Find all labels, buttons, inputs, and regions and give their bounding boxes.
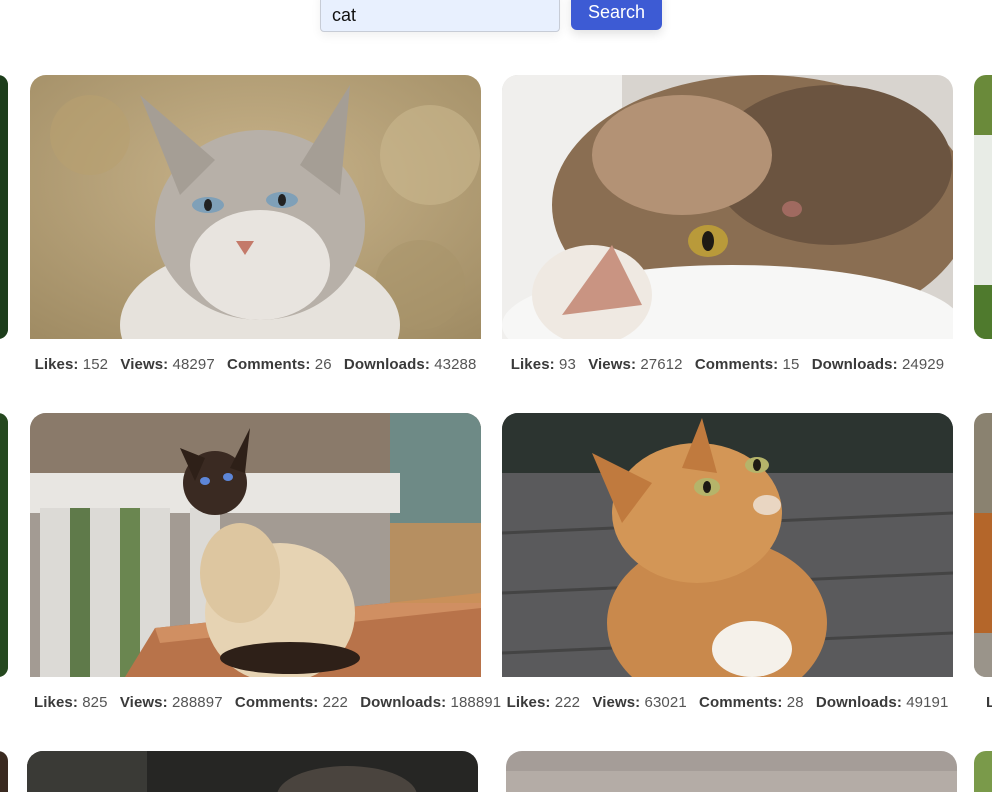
search-input[interactable]	[320, 0, 560, 32]
views-value: 27612	[640, 356, 683, 373]
likes-value: 152	[82, 356, 109, 373]
likes-value: 222	[554, 694, 581, 711]
edge-image-right-row2[interactable]	[974, 413, 992, 677]
downloads-value: 49191	[906, 694, 949, 711]
downloads-label: Downloads:	[343, 356, 430, 373]
comments-label: Comments:	[227, 356, 311, 373]
cat-photo-orange[interactable]	[502, 413, 953, 677]
downloads-value: 188891	[450, 694, 502, 711]
image-stats: Likes: 222 Views: 63021 Comments: 28 Dow…	[502, 694, 953, 711]
edge-image-left-row2[interactable]	[0, 413, 8, 677]
views-label: Views:	[592, 694, 641, 711]
likes-value: 93	[559, 356, 576, 373]
edge-image-right-row1[interactable]	[974, 75, 992, 339]
image-card[interactable]: Likes: 152 Views: 48297 Comments: 26 Dow…	[30, 75, 481, 373]
views-label: Views:	[588, 356, 637, 373]
downloads-label: Downloads:	[360, 694, 447, 711]
downloads-label: Downloads:	[811, 356, 898, 373]
image-card[interactable]: Likes: 825 Views: 288897 Comments: 222 D…	[30, 413, 501, 711]
edge-likes-label-partial: L	[986, 694, 992, 711]
edge-image-left-row3[interactable]	[0, 751, 8, 792]
comments-value: 15	[782, 356, 800, 373]
image-card-partial[interactable]	[27, 751, 478, 792]
downloads-label: Downloads:	[815, 694, 902, 711]
image-card[interactable]: Likes: 222 Views: 63021 Comments: 28 Dow…	[502, 413, 953, 711]
image-card[interactable]: Likes: 93 Views: 27612 Comments: 15 Down…	[502, 75, 953, 373]
cat-photo-grey-tabby[interactable]	[30, 75, 481, 339]
image-stats: Likes: 93 Views: 27612 Comments: 15 Down…	[502, 356, 953, 373]
image-card-partial[interactable]	[506, 751, 957, 792]
views-value: 288897	[171, 694, 223, 711]
views-label: Views:	[119, 694, 168, 711]
likes-label: Likes:	[34, 694, 78, 711]
likes-label: Likes:	[34, 356, 79, 373]
cat-photo-siamese[interactable]	[30, 413, 481, 677]
comments-label: Comments:	[234, 694, 319, 711]
image-stats: Likes: 825 Views: 288897 Comments: 222 D…	[30, 694, 501, 711]
comments-value: 222	[322, 694, 348, 711]
likes-value: 825	[82, 694, 108, 711]
image-gallery-page: Search L	[0, 0, 992, 792]
downloads-value: 43288	[434, 356, 477, 373]
comments-label: Comments:	[694, 356, 779, 373]
downloads-value: 24929	[901, 356, 945, 373]
cat-photo-lying-tabby[interactable]	[502, 75, 953, 339]
likes-label: Likes:	[506, 694, 551, 711]
image-stats: Likes: 152 Views: 48297 Comments: 26 Dow…	[30, 356, 481, 373]
views-value: 48297	[172, 356, 215, 373]
edge-image-left-row1[interactable]	[0, 75, 8, 339]
likes-label: Likes:	[510, 356, 555, 373]
search-button[interactable]: Search	[571, 0, 662, 30]
comments-value: 28	[786, 694, 804, 711]
views-label: Views:	[120, 356, 169, 373]
comments-label: Comments:	[699, 694, 783, 711]
edge-image-right-row3[interactable]	[974, 751, 992, 792]
comments-value: 26	[314, 356, 332, 373]
views-value: 63021	[644, 694, 687, 711]
